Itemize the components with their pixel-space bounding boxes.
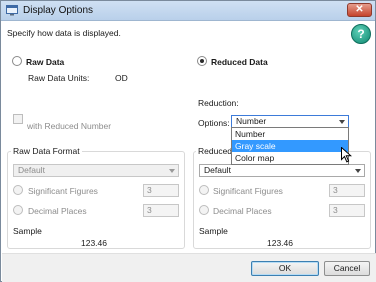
- reduction-label: Reduction:: [198, 98, 239, 108]
- reduced-decimal-places-radio[interactable]: [199, 205, 209, 215]
- title-bar: Display Options ✕: [1, 1, 375, 21]
- raw-decimal-places-label: Decimal Places: [28, 206, 87, 216]
- raw-decimal-places-input[interactable]: 3: [143, 204, 179, 217]
- options-dropdown-list: Number Gray scale Color map: [231, 127, 349, 165]
- reduced-sample-label: Sample: [199, 226, 228, 236]
- chevron-down-icon: [339, 120, 345, 124]
- raw-significant-figures-radio[interactable]: [13, 185, 23, 195]
- help-button[interactable]: ?: [351, 24, 371, 44]
- dropdown-option-gray-scale[interactable]: Gray scale: [232, 140, 348, 152]
- with-reduced-number-label: with Reduced Number: [27, 121, 112, 131]
- raw-sample-value: 123.46: [81, 238, 107, 248]
- raw-decimal-places-radio[interactable]: [13, 205, 23, 215]
- raw-data-label: Raw Data: [26, 57, 65, 67]
- reduced-data-label: Reduced Data: [211, 57, 268, 67]
- chevron-down-icon: [355, 169, 361, 173]
- display-options-dialog: Display Options ✕ Specify how data is di…: [0, 0, 376, 282]
- raw-significant-figures-input[interactable]: 3: [143, 184, 179, 197]
- reduced-decimal-places-input[interactable]: 3: [329, 204, 365, 217]
- options-label: Options:: [198, 118, 230, 128]
- reduced-sample-value: 123.46: [267, 238, 293, 248]
- reduced-significant-figures-input[interactable]: 3: [329, 184, 365, 197]
- reduced-data-radio[interactable]: [197, 56, 207, 66]
- close-icon: ✕: [355, 4, 364, 15]
- instruction-text: Specify how data is displayed.: [7, 28, 121, 38]
- reduced-decimal-places-label: Decimal Places: [213, 206, 272, 216]
- window-icon: [6, 5, 18, 16]
- raw-data-radio[interactable]: [12, 56, 22, 66]
- raw-data-format-title: Raw Data Format: [11, 146, 82, 156]
- raw-format-select-value: Default: [18, 165, 45, 175]
- options-select-value: Number: [236, 116, 267, 126]
- reduced-format-select[interactable]: Default: [199, 164, 365, 177]
- raw-format-select[interactable]: Default: [13, 164, 179, 177]
- reduced-significant-figures-radio[interactable]: [199, 185, 209, 195]
- close-button[interactable]: ✕: [347, 3, 372, 17]
- reduced-significant-figures-label: Significant Figures: [213, 186, 283, 196]
- dropdown-option-number[interactable]: Number: [232, 128, 348, 140]
- dialog-footer: OK Cancel: [2, 253, 376, 282]
- ok-button[interactable]: OK: [251, 261, 319, 276]
- raw-significant-figures-label: Significant Figures: [28, 186, 98, 196]
- dropdown-option-color-map[interactable]: Color map: [232, 152, 348, 164]
- cancel-button[interactable]: Cancel: [324, 261, 370, 276]
- reduced-format-select-value: Default: [204, 165, 231, 175]
- raw-data-units-label: Raw Data Units:: [28, 73, 90, 83]
- raw-sample-label: Sample: [13, 226, 42, 236]
- raw-data-units-value: OD: [115, 73, 128, 83]
- with-reduced-number-checkbox[interactable]: [13, 114, 23, 124]
- help-icon: ?: [357, 27, 365, 41]
- reduced-data-format-title: Reduced: [196, 146, 235, 156]
- chevron-down-icon: [169, 169, 175, 173]
- mouse-pointer-icon: [341, 147, 352, 163]
- window-title: Display Options: [23, 5, 94, 16]
